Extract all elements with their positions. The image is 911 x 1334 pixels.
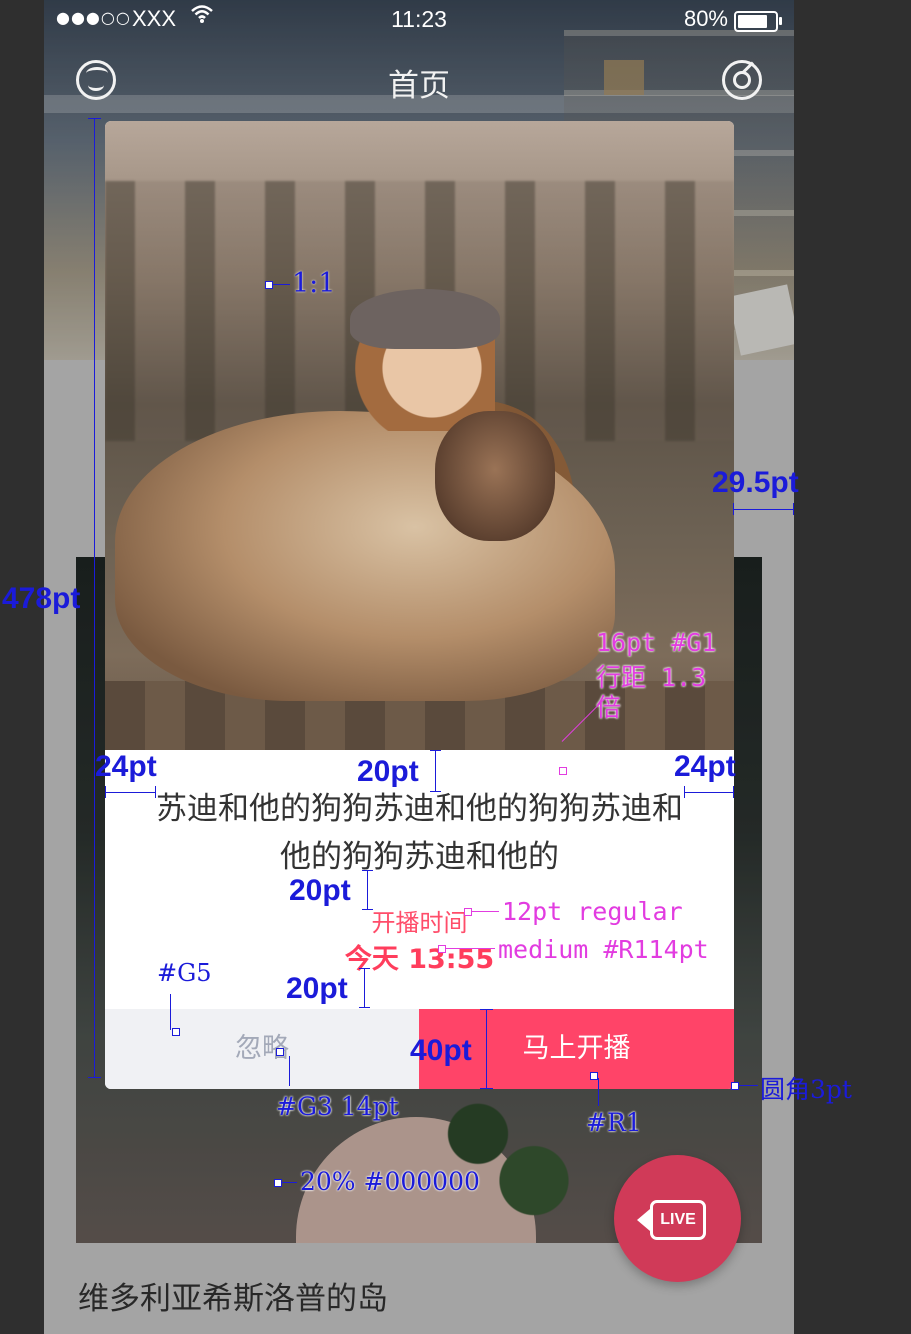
- ignore-text-annotation: #G3 14pt: [276, 1092, 399, 1121]
- ignore-text-dot: [276, 1048, 284, 1056]
- dialog-description-line1: 苏迪和他的狗狗苏迪和他的狗狗苏迪和: [156, 791, 683, 827]
- battery-fill: [738, 15, 767, 28]
- ratio-annotation-leader: [272, 284, 290, 285]
- gap-top-annotation: 20pt: [357, 755, 419, 788]
- button-height-tick-a: [480, 1009, 493, 1010]
- corner-radius-leader: [738, 1085, 758, 1086]
- mask-annotation: 20% #000000: [300, 1167, 480, 1196]
- padding-right-tick-b: [733, 786, 734, 798]
- time-style-dot: [438, 945, 446, 953]
- font-annotation-1: 16pt #G1: [596, 628, 717, 657]
- cover-dog-head: [435, 411, 555, 541]
- padding-left-tick-b: [155, 786, 156, 798]
- padding-left-line: [105, 792, 155, 793]
- right-margin-line: [733, 509, 794, 510]
- time-style-annotation: medium #R114pt: [498, 935, 709, 964]
- right-margin-annotation: 29.5pt: [712, 466, 799, 499]
- ratio-annotation-dot: [265, 281, 273, 289]
- ignore-bg-dot: [172, 1028, 180, 1036]
- gap-mid-line: [367, 870, 368, 910]
- modal-height-annotation: 478pt: [2, 582, 81, 615]
- mask-dot: [274, 1179, 282, 1187]
- height-dimension-line: [94, 118, 95, 1078]
- height-dimension-tick-top: [88, 118, 101, 119]
- gap-bottom-tick-a: [359, 968, 370, 969]
- ignore-bg-leader: [170, 994, 171, 1030]
- gap-mid-tick-a: [362, 870, 373, 871]
- gap-top-tick-b: [430, 791, 441, 792]
- battery-percentage: 80%: [683, 6, 728, 31]
- dialog-description-line2: 他的狗狗苏迪和他的: [280, 839, 559, 875]
- gap-bottom-line: [364, 968, 365, 1008]
- status-bar: ●●●○○ XXX 11:23 80%: [44, 0, 794, 40]
- nav-bar: 首页: [44, 40, 794, 120]
- ignore-button[interactable]: 忽略: [105, 1009, 419, 1089]
- gap-bottom-annotation: 20pt: [286, 972, 348, 1005]
- padding-right-annotation: 24pt: [674, 750, 736, 783]
- battery-icon: [734, 11, 782, 32]
- right-margin-tick-left: [733, 503, 734, 515]
- mask-leader: [281, 1182, 297, 1183]
- live-camera-icon: LIVE: [637, 1200, 706, 1240]
- time-style-leader: [445, 948, 495, 949]
- button-height-line: [486, 1009, 487, 1089]
- button-height-tick-b: [480, 1088, 493, 1089]
- ignore-bg-annotation: #G5: [157, 959, 212, 987]
- right-margin-tick-right: [793, 503, 794, 515]
- label-style-annotation: 12pt regular: [502, 897, 683, 926]
- ignore-text-leader: [289, 1056, 290, 1086]
- dialog-description: 苏迪和他的狗狗苏迪和他的狗狗苏迪和 他的狗狗苏迪和他的: [105, 785, 734, 881]
- ratio-annotation: 1:1: [292, 268, 336, 299]
- start-bg-dot: [590, 1072, 598, 1080]
- page-title: 首页: [388, 68, 450, 104]
- padding-left-annotation: 24pt: [95, 750, 157, 783]
- height-dimension-tick-bottom: [88, 1077, 101, 1078]
- corner-radius-annotation: 圆角3pt: [760, 1075, 852, 1104]
- clock: 11:23: [391, 6, 447, 32]
- gap-mid-annotation: 20pt: [289, 874, 351, 907]
- live-button[interactable]: LIVE: [614, 1155, 741, 1282]
- label-style-leader: [471, 911, 499, 912]
- button-height-annotation: 40pt: [410, 1034, 472, 1067]
- radar-icon[interactable]: [722, 60, 762, 100]
- padding-right-tick-a: [684, 786, 685, 798]
- gap-bottom-tick-b: [359, 1007, 370, 1008]
- start-bg-leader: [598, 1078, 599, 1106]
- corner-radius-dot: [731, 1082, 739, 1090]
- gap-mid-tick-b: [362, 909, 373, 910]
- font-annotation-dot: [559, 767, 567, 775]
- padding-left-tick-a: [105, 786, 106, 798]
- gap-top-line: [435, 750, 436, 792]
- gap-top-tick-a: [430, 750, 441, 751]
- start-bg-annotation: #R1: [586, 1108, 642, 1137]
- label-style-dot: [464, 908, 472, 916]
- font-annotation-3: 倍: [596, 693, 622, 722]
- padding-right-line: [684, 792, 734, 793]
- cover-boy-cap: [350, 289, 500, 349]
